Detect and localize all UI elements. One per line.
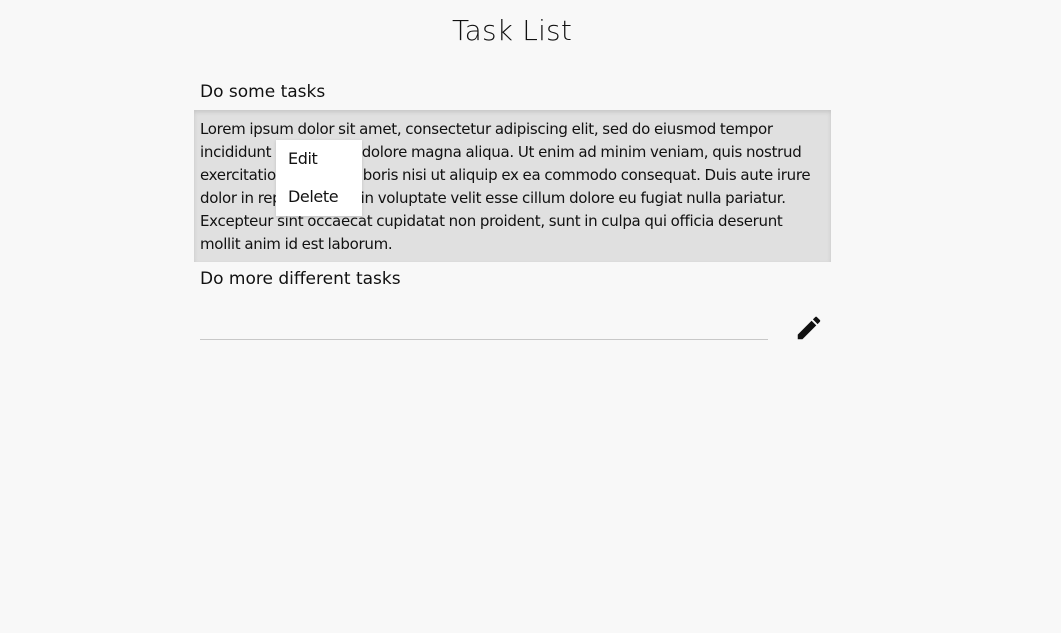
task-description-input[interactable]	[200, 309, 768, 340]
task-edit-row	[194, 293, 831, 353]
context-menu: Edit Delete	[276, 140, 362, 216]
pencil-icon[interactable]	[794, 313, 824, 343]
task-item: Do more different tasks	[194, 267, 831, 353]
page-title: Task List	[451, 14, 573, 47]
context-menu-delete[interactable]: Delete	[276, 178, 362, 216]
task-title[interactable]: Do more different tasks	[194, 267, 831, 293]
task-list: Do some tasks Lorem ipsum dolor sit amet…	[194, 80, 831, 353]
context-menu-edit[interactable]: Edit	[276, 140, 362, 178]
task-title[interactable]: Do some tasks	[194, 80, 831, 106]
